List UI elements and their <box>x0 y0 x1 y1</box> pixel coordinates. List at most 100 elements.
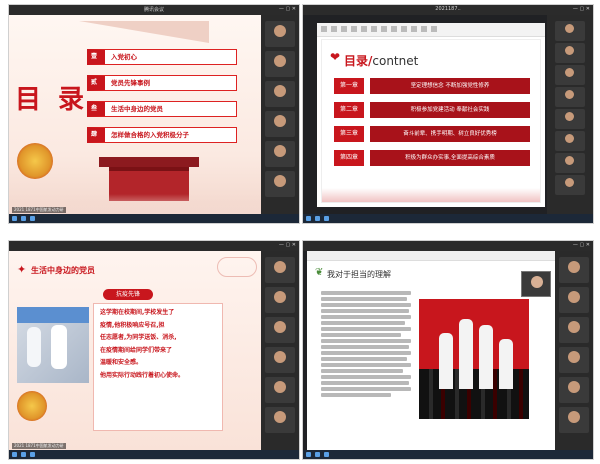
window-controls[interactable]: — ▢ ✕ <box>279 242 296 248</box>
avatar <box>565 112 574 121</box>
participant-tile[interactable] <box>559 377 589 403</box>
speaker-caption: 2021 1871中国航发动力研 <box>12 443 66 449</box>
photo-person <box>27 327 41 367</box>
participant-tile[interactable] <box>559 407 589 433</box>
participant-tile[interactable] <box>559 317 589 343</box>
start-icon[interactable] <box>12 452 17 457</box>
participant-tile[interactable] <box>265 407 295 433</box>
party-emblem-icon <box>17 391 47 421</box>
story-line: 任志愿者,为同学送饭、消杀, <box>100 334 177 341</box>
participant-tile[interactable] <box>555 175 585 195</box>
story-line: 在疫情期间给同学们带来了 <box>100 346 173 354</box>
participant-tile[interactable] <box>555 87 585 107</box>
meeting-window-bottom-right: — ▢ ✕ ❦ 我对于担当的理解 <box>302 240 594 460</box>
speaker-caption: 2021 1871中国航发动力研 <box>12 207 66 213</box>
toc-item: 肆怎样做合格的入党积极分子 <box>87 127 237 143</box>
app-icon[interactable] <box>21 216 26 221</box>
powerpoint-window: ❤ 目录/contnet 第一章 坚定理想信念 不断加强党性修养 第二章 积极参加党… <box>317 23 545 207</box>
document-toolbar[interactable] <box>307 251 557 261</box>
participant-panel[interactable] <box>261 251 299 450</box>
presenter-video-thumbnail[interactable] <box>521 271 551 297</box>
avatar <box>274 411 286 423</box>
fist-shape <box>459 319 473 389</box>
participant-tile[interactable] <box>555 43 585 63</box>
avatar <box>274 55 286 67</box>
story-line: 他用实际行动践行着初心使命。 <box>100 371 185 379</box>
avatar <box>565 134 574 143</box>
slide-title: 目 录 <box>15 85 89 115</box>
ribbon-toolbar[interactable] <box>321 26 441 32</box>
document-body <box>321 289 411 399</box>
avatar <box>568 261 580 273</box>
window-titlebar: 2021187.. — ▢ ✕ <box>303 5 593 15</box>
story-line: 这学期在校期间,学校发生了 <box>100 309 175 316</box>
window-controls[interactable]: — ▢ ✕ <box>573 6 590 12</box>
participant-panel[interactable] <box>547 15 593 214</box>
participant-tile[interactable] <box>265 81 295 107</box>
window-titlebar: — ▢ ✕ <box>303 241 593 251</box>
window-controls[interactable]: — ▢ ✕ <box>573 242 590 248</box>
participant-tile[interactable] <box>265 377 295 403</box>
start-icon[interactable] <box>12 216 17 221</box>
start-icon[interactable] <box>306 452 311 457</box>
chapter-row: 第四章 积极为群众办实事,全面提高综合素质 <box>334 150 530 166</box>
screenshot-grid: 腾讯会议 — ▢ ✕ 目 录 壹入党初心 贰党员先锋事例 叁生活中身边的党员 肆… <box>0 0 600 464</box>
toc-item: 壹入党初心 <box>87 49 237 65</box>
avatar <box>568 291 580 303</box>
powerpoint-ribbon[interactable] <box>317 23 545 37</box>
participant-tile[interactable] <box>265 287 295 313</box>
window-controls[interactable]: — ▢ ✕ <box>279 6 296 12</box>
photo-tent <box>17 307 89 323</box>
chapter-row: 第三章 奋斗前辈、携手明期、树立良好优秀榜 <box>334 126 530 142</box>
avatar <box>274 25 286 37</box>
fist-shape <box>439 333 453 389</box>
chapter-row: 第二章 积极参加党建活动 奉献社会实践 <box>334 102 530 118</box>
app-icon[interactable] <box>21 452 26 457</box>
start-icon[interactable] <box>306 216 311 221</box>
app-icon[interactable] <box>30 216 35 221</box>
fist-shape <box>479 325 493 389</box>
participant-tile[interactable] <box>555 21 585 41</box>
avatar <box>568 381 580 393</box>
avatar <box>568 411 580 423</box>
participant-tile[interactable] <box>265 171 295 197</box>
app-icon[interactable] <box>315 216 320 221</box>
os-taskbar <box>303 214 593 223</box>
avatar <box>565 90 574 99</box>
avatar <box>531 276 543 288</box>
participant-panel[interactable] <box>261 15 299 214</box>
participant-tile[interactable] <box>555 131 585 151</box>
participant-tile[interactable] <box>555 65 585 85</box>
participant-tile[interactable] <box>555 153 585 173</box>
participant-tile[interactable] <box>555 109 585 129</box>
participant-tile[interactable] <box>265 21 295 47</box>
app-icon[interactable] <box>315 452 320 457</box>
app-icon[interactable] <box>324 452 329 457</box>
shared-slide: ❤ 目录/contnet 第一章 坚定理想信念 不断加强党性修养 第二章 积极参加党… <box>321 39 541 203</box>
avatar <box>565 178 574 187</box>
avatar <box>274 351 286 363</box>
participant-tile[interactable] <box>265 141 295 167</box>
os-taskbar <box>9 450 299 459</box>
shared-slide: 目 录 壹入党初心 贰党员先锋事例 叁生活中身边的党员 肆怎样做合格的入党积极分… <box>9 15 263 216</box>
participant-tile[interactable] <box>265 257 295 283</box>
window-title: 腾讯会议 <box>143 7 165 13</box>
avatar <box>565 68 574 77</box>
meeting-window-top-right: 2021187.. — ▢ ✕ ❤ 目录/contnet 第一章 坚定理想信念 不… <box>302 4 594 224</box>
toc-item: 叁生活中身边的党员 <box>87 101 237 117</box>
decor-waves <box>322 188 540 202</box>
participant-tile[interactable] <box>265 347 295 373</box>
participant-panel[interactable] <box>555 251 593 450</box>
meeting-window-top-left: 腾讯会议 — ▢ ✕ 目 录 壹入党初心 贰党员先锋事例 叁生活中身边的党员 肆… <box>8 4 300 224</box>
app-icon[interactable] <box>30 452 35 457</box>
party-emblem-icon <box>17 143 53 179</box>
participant-tile[interactable] <box>265 111 295 137</box>
slide-title: 生活中身边的党员 <box>31 266 95 275</box>
app-icon[interactable] <box>324 216 329 221</box>
participant-tile[interactable] <box>559 347 589 373</box>
participant-tile[interactable] <box>265 317 295 343</box>
participant-tile[interactable] <box>265 51 295 77</box>
participant-tile[interactable] <box>559 287 589 313</box>
os-taskbar <box>303 450 593 459</box>
participant-tile[interactable] <box>559 257 589 283</box>
